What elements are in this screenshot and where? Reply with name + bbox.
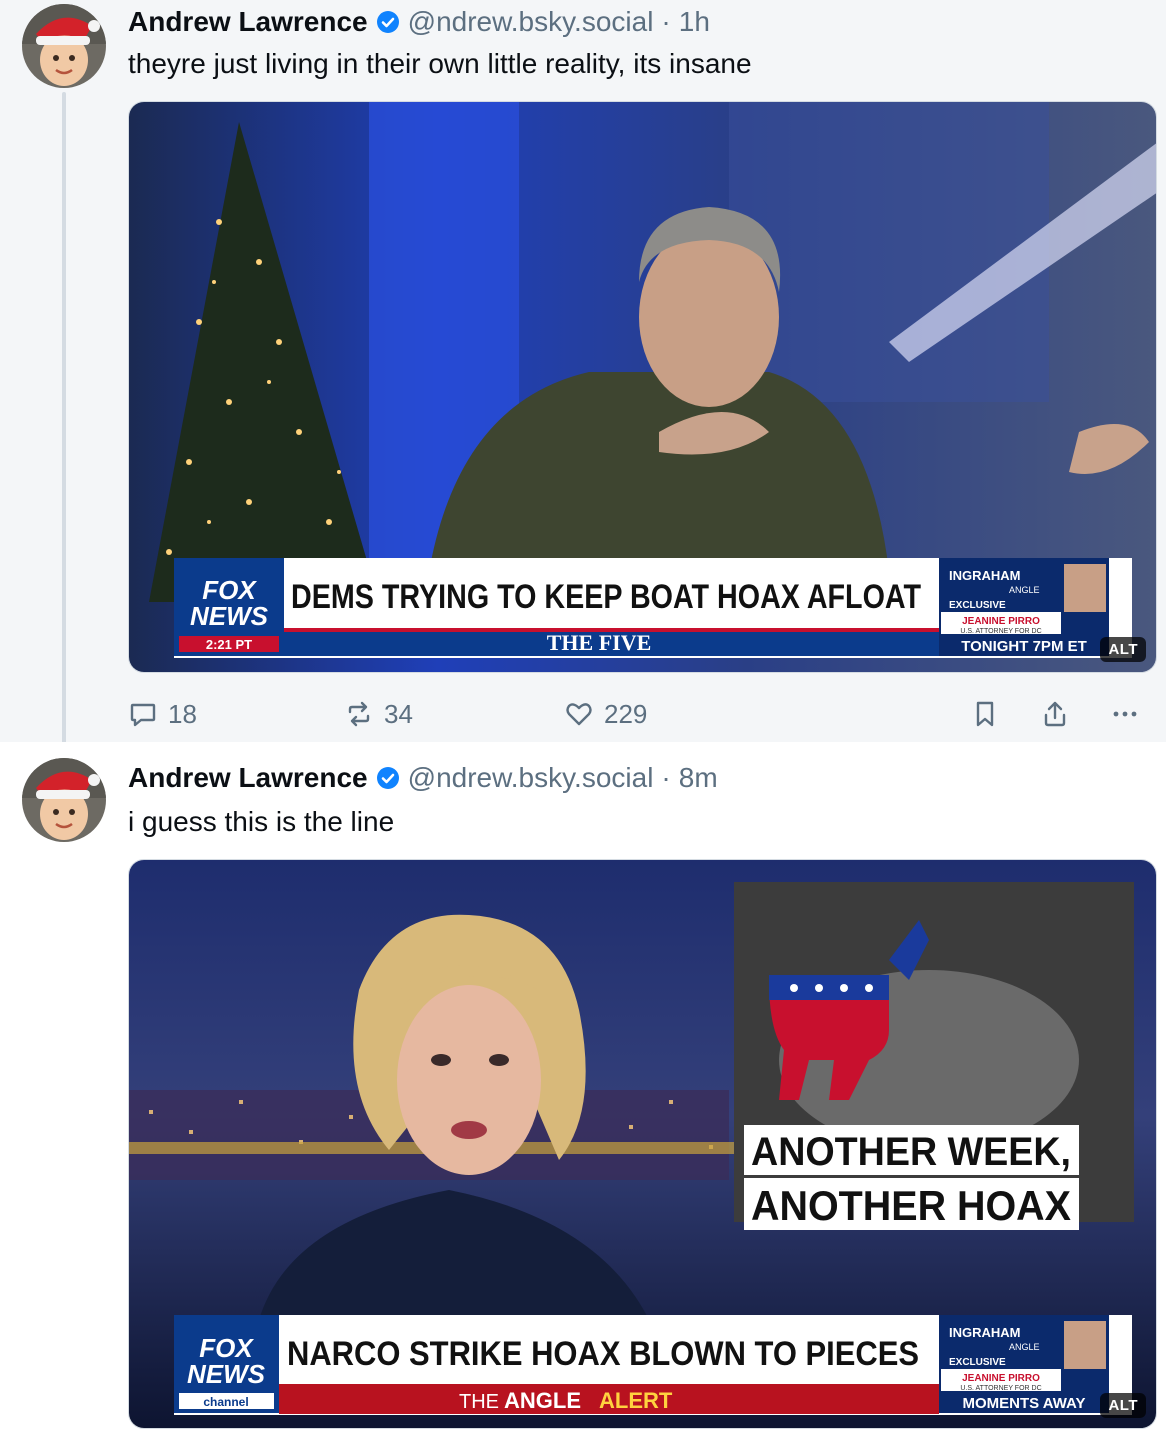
post-age[interactable]: 1h (679, 6, 710, 38)
author-handle[interactable]: @ndrew.bsky.social (408, 762, 654, 794)
like-button[interactable]: 229 (564, 694, 647, 734)
verified-icon (376, 767, 399, 789)
graphic-line1: ANOTHER WEEK, (751, 1130, 1071, 1174)
promo-guest: JEANINE PIRRO (962, 1373, 1040, 1384)
reply-button[interactable]: 18 (128, 694, 197, 734)
promo-sub: ANGLE (1009, 1342, 1040, 1352)
avatar[interactable] (22, 758, 106, 842)
promo-title: INGRAHAM (949, 568, 1021, 583)
thread-line (62, 92, 66, 748)
author-handle[interactable]: @ndrew.bsky.social (408, 6, 654, 38)
share-icon (1044, 701, 1066, 727)
show-prefix: THE (459, 1391, 499, 1413)
post-age[interactable]: 8m (679, 762, 718, 794)
post-2[interactable]: Andrew Lawrence @ndrew.bsky.social · 8m … (0, 742, 1166, 1448)
post-header: Andrew Lawrence @ndrew.bsky.social · 8m (128, 760, 718, 796)
post-1[interactable]: Andrew Lawrence @ndrew.bsky.social · 1h … (0, 0, 1166, 748)
promo-time: MOMENTS AWAY (962, 1395, 1085, 1412)
promo-exclusive: EXCLUSIVE (949, 600, 1006, 611)
post-header: Andrew Lawrence @ndrew.bsky.social · 1h (128, 4, 710, 40)
promo-guest: JEANINE PIRRO (962, 616, 1040, 627)
promo-guest-title: U.S. ATTORNEY FOR DC (960, 1385, 1041, 1392)
fox-logo-line2: NEWS (190, 601, 269, 631)
show-suffix: ALERT (599, 1388, 673, 1413)
bookmark-button[interactable] (970, 694, 1000, 734)
like-count: 229 (604, 698, 648, 729)
repost-button[interactable]: 34 (344, 694, 413, 734)
fox-logo-time: 2:21 PT (206, 637, 252, 652)
repost-icon (348, 701, 370, 727)
post-text: i guess this is the line (128, 806, 395, 837)
promo-guest-title: U.S. ATTORNEY FOR DC (960, 628, 1041, 635)
tv-screenshot-five: FOX NEWS 2:21 PT DEMS TRYING TO KEEP BOA… (129, 102, 1156, 672)
reply-icon (130, 703, 156, 727)
avatar[interactable] (22, 4, 106, 88)
alt-badge[interactable]: ALT (1100, 637, 1146, 662)
post-image[interactable]: ANOTHER WEEK, ANOTHER HOAX FOX NEWS chan… (128, 859, 1157, 1429)
like-icon (566, 703, 592, 726)
show-name: ANGLE (504, 1388, 581, 1413)
more-icon (1113, 711, 1137, 717)
promo-title: INGRAHAM (949, 1325, 1021, 1340)
post-image[interactable]: FOX NEWS 2:21 PT DEMS TRYING TO KEEP BOA… (128, 101, 1157, 673)
reply-count: 18 (168, 698, 197, 729)
post-actions: 18 34 229 (128, 694, 1157, 734)
author-name[interactable]: Andrew Lawrence (128, 762, 368, 794)
alt-badge[interactable]: ALT (1100, 1393, 1146, 1418)
fox-logo-line2: NEWS (187, 1359, 266, 1389)
promo-sub: ANGLE (1009, 585, 1040, 595)
verified-icon (376, 11, 399, 33)
tv-screenshot-angle: ANOTHER WEEK, ANOTHER HOAX FOX NEWS chan… (129, 860, 1156, 1428)
bookmark-icon (976, 701, 994, 727)
author-name[interactable]: Andrew Lawrence (128, 6, 368, 38)
fox-logo-channel: channel (203, 1395, 248, 1409)
graphic-line2: ANOTHER HOAX (751, 1182, 1071, 1229)
more-button[interactable] (1110, 694, 1140, 734)
chyron-headline: NARCO STRIKE HOAX BLOWN TO PIECES (287, 1335, 919, 1373)
post-text: theyre just living in their own little r… (128, 48, 752, 79)
promo-exclusive: EXCLUSIVE (949, 1357, 1006, 1368)
promo-time: TONIGHT 7PM ET (961, 638, 1087, 655)
separator: · (661, 762, 671, 793)
show-name: THE FIVE (547, 630, 652, 655)
share-button[interactable] (1040, 694, 1070, 734)
chyron-headline: DEMS TRYING TO KEEP BOAT HOAX AFLOAT (291, 578, 921, 616)
repost-count: 34 (384, 698, 413, 729)
separator: · (661, 6, 671, 37)
